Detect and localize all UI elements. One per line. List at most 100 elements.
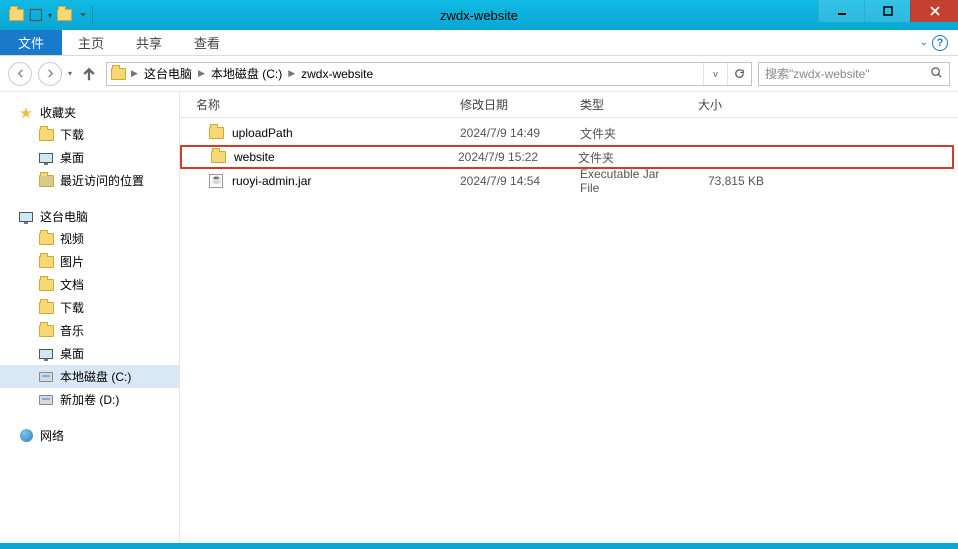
star-icon: ★: [18, 105, 34, 121]
drive-icon: [38, 369, 54, 385]
file-date: 2024/7/9 15:22: [446, 150, 566, 164]
file-name: website: [234, 150, 275, 164]
file-name: uploadPath: [232, 126, 293, 140]
nav-item-drive-d[interactable]: 新加卷 (D:): [0, 388, 179, 411]
nav-item-label: 下载: [60, 126, 84, 143]
breadcrumb-segment[interactable]: 本地磁盘 (C:): [207, 63, 286, 85]
crumb-sep-icon[interactable]: ▶: [129, 68, 140, 79]
up-button[interactable]: [78, 63, 100, 85]
nav-item-label: 图片: [60, 253, 84, 270]
qat-button-1[interactable]: ▾: [28, 3, 52, 27]
expand-ribbon-icon[interactable]: ⌄: [920, 37, 928, 48]
desktop-icon: [38, 150, 54, 166]
recent-icon: [38, 173, 54, 189]
nav-item-label: 桌面: [60, 345, 84, 362]
nav-item-label: 最近访问的位置: [60, 172, 144, 189]
folder-icon: [38, 300, 54, 316]
forward-button[interactable]: [38, 62, 62, 86]
nav-header-label: 收藏夹: [40, 104, 76, 121]
column-header-size[interactable]: 大小: [686, 96, 776, 113]
help-icon[interactable]: ?: [932, 35, 948, 51]
window-controls: [818, 0, 958, 30]
file-list: 名称 修改日期 类型 大小 uploadPath 2024/7/9 14:49 …: [180, 92, 958, 543]
maximize-button[interactable]: [864, 0, 910, 22]
navigation-pane: ★ 收藏夹 下载 桌面 最近访问的位置 这台电脑 视频 图片 文: [0, 92, 180, 543]
nav-item-pictures[interactable]: 图片: [0, 250, 179, 273]
nav-group-computer: 这台电脑 视频 图片 文档 下载 音乐 桌面 本地磁盘 (C:) 新加卷 (D:…: [0, 206, 179, 411]
close-button[interactable]: [910, 0, 958, 22]
nav-header-computer[interactable]: 这台电脑: [0, 206, 179, 227]
jar-icon: [208, 173, 224, 189]
nav-item-label: 新加卷 (D:): [60, 391, 119, 408]
search-icon[interactable]: [930, 66, 943, 82]
history-dropdown-icon[interactable]: ▾: [68, 69, 72, 78]
file-row[interactable]: ruoyi-admin.jar 2024/7/9 14:54 Executabl…: [180, 170, 958, 192]
crumb-sep-icon[interactable]: ▶: [286, 68, 297, 79]
breadcrumb-segment[interactable]: zwdx-website: [297, 63, 377, 85]
nav-item-label: 视频: [60, 230, 84, 247]
nav-item-downloads2[interactable]: 下载: [0, 296, 179, 319]
nav-item-label: 本地磁盘 (C:): [60, 368, 131, 385]
navigation-bar: ▾ ▶ 这台电脑 ▶ 本地磁盘 (C:) ▶ zwdx-website v 搜索…: [0, 56, 958, 92]
folder-icon: [210, 149, 226, 165]
qat-button-2[interactable]: [52, 3, 76, 27]
qat-dropdown[interactable]: [76, 3, 90, 27]
nav-item-label: 文档: [60, 276, 84, 293]
minimize-button[interactable]: [818, 0, 864, 22]
file-type: 文件夹: [568, 125, 686, 142]
network-icon: [18, 428, 34, 444]
column-header-name[interactable]: 名称: [180, 96, 448, 113]
file-type: Executable Jar File: [568, 167, 686, 195]
nav-header-favorites[interactable]: ★ 收藏夹: [0, 102, 179, 123]
nav-item-desktop2[interactable]: 桌面: [0, 342, 179, 365]
nav-item-videos[interactable]: 视频: [0, 227, 179, 250]
nav-item-downloads[interactable]: 下载: [0, 123, 179, 146]
folder-icon: [38, 127, 54, 143]
folder-icon: [38, 323, 54, 339]
nav-item-documents[interactable]: 文档: [0, 273, 179, 296]
crumb-sep-icon[interactable]: ▶: [196, 68, 207, 79]
folder-icon: [38, 254, 54, 270]
search-input[interactable]: 搜索"zwdx-website": [758, 62, 950, 86]
tab-share[interactable]: 共享: [120, 30, 178, 55]
file-date: 2024/7/9 14:49: [448, 126, 568, 140]
nav-item-music[interactable]: 音乐: [0, 319, 179, 342]
file-tab[interactable]: 文件: [0, 30, 62, 55]
folder-icon: [38, 231, 54, 247]
folder-icon: [208, 125, 224, 141]
address-dropdown-icon[interactable]: v: [703, 63, 727, 85]
breadcrumb-segment[interactable]: 这台电脑: [140, 63, 196, 85]
nav-header-network[interactable]: 网络: [0, 425, 179, 446]
content-body: ★ 收藏夹 下载 桌面 最近访问的位置 这台电脑 视频 图片 文: [0, 92, 958, 543]
title-bar: ▾ zwdx-website: [0, 0, 958, 30]
refresh-button[interactable]: [727, 63, 751, 85]
column-header-type[interactable]: 类型: [568, 96, 686, 113]
address-folder-icon: [107, 68, 129, 80]
file-row[interactable]: website 2024/7/9 15:22 文件夹: [180, 145, 954, 169]
back-button[interactable]: [8, 62, 32, 86]
file-rows: uploadPath 2024/7/9 14:49 文件夹 website 20…: [180, 118, 958, 192]
file-size: 73,815 KB: [686, 174, 776, 188]
tab-view[interactable]: 查看: [178, 30, 236, 55]
nav-group-favorites: ★ 收藏夹 下载 桌面 最近访问的位置: [0, 102, 179, 192]
quick-access-toolbar: ▾: [0, 0, 99, 30]
address-bar[interactable]: ▶ 这台电脑 ▶ 本地磁盘 (C:) ▶ zwdx-website v: [106, 62, 752, 86]
nav-item-recent[interactable]: 最近访问的位置: [0, 169, 179, 192]
addressbar-right: v: [703, 63, 751, 85]
nav-item-label: 桌面: [60, 149, 84, 166]
app-folder-icon[interactable]: [4, 3, 28, 27]
nav-header-label: 这台电脑: [40, 208, 88, 225]
desktop-icon: [38, 346, 54, 362]
nav-header-label: 网络: [40, 427, 64, 444]
tab-home[interactable]: 主页: [62, 30, 120, 55]
file-type: 文件夹: [566, 149, 684, 166]
ribbon: 文件 主页 共享 查看 ⌄ ?: [0, 30, 958, 56]
ribbon-right: ⌄ ?: [920, 30, 958, 55]
nav-item-drive-c[interactable]: 本地磁盘 (C:): [0, 365, 179, 388]
column-header-date[interactable]: 修改日期: [448, 96, 568, 113]
nav-item-desktop[interactable]: 桌面: [0, 146, 179, 169]
folder-icon: [38, 277, 54, 293]
qat-separator: [92, 6, 93, 24]
nav-item-label: 音乐: [60, 322, 84, 339]
file-row[interactable]: uploadPath 2024/7/9 14:49 文件夹: [180, 122, 958, 144]
